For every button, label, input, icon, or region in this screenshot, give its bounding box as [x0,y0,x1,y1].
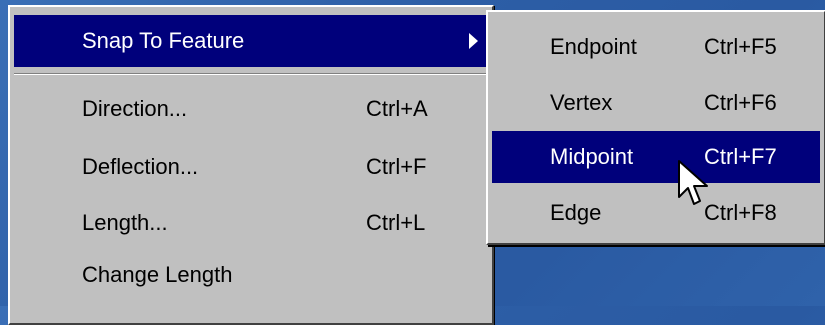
menu-item-label: Deflection... [82,154,199,179]
menu-separator [14,73,488,75]
submenu-item-edge[interactable]: Edge Ctrl+F8 [492,187,820,239]
arrow-cursor-icon [678,160,708,205]
submenu-item-midpoint[interactable]: Midpoint Ctrl+F7 [492,131,820,183]
submenu-item-shortcut: Ctrl+F7 [704,144,777,169]
menu-item-snap-to-feature[interactable]: Snap To Feature [14,15,488,67]
submenu-item-label: Vertex [550,90,613,115]
submenu-item-label: Endpoint [550,34,637,59]
menu-item-label: Direction... [82,96,188,121]
menu-item-label: Snap To Feature [82,28,245,53]
menu-item-direction[interactable]: Direction... Ctrl+A [14,83,488,135]
snap-to-feature-submenu: Endpoint Ctrl+F5 Vertex Ctrl+F6 Midpoint… [486,10,825,245]
menu-item-deflection[interactable]: Deflection... Ctrl+F [14,141,488,193]
submenu-item-shortcut: Ctrl+F5 [704,34,777,59]
submenu-item-shortcut: Ctrl+F8 [704,200,777,225]
menu-item-label: Change Length [82,262,233,287]
menu-item-shortcut: Ctrl+F [366,154,427,179]
menu-item-length[interactable]: Length... Ctrl+L [14,197,488,249]
menu-item-change-length[interactable]: Change Length [14,249,488,301]
menu-item-shortcut: Ctrl+L [366,210,426,235]
submenu-item-label: Midpoint [550,144,634,169]
context-menu: Snap To Feature Direction... Ctrl+A Defl… [8,5,494,325]
submenu-item-vertex[interactable]: Vertex Ctrl+F6 [492,77,820,129]
menu-item-shortcut: Ctrl+A [366,96,428,121]
menu-item-label: Length... [82,210,168,235]
submenu-item-shortcut: Ctrl+F6 [704,90,777,115]
submenu-arrow-icon [469,33,478,49]
submenu-item-label: Edge [550,200,602,225]
submenu-item-endpoint[interactable]: Endpoint Ctrl+F5 [492,21,820,73]
